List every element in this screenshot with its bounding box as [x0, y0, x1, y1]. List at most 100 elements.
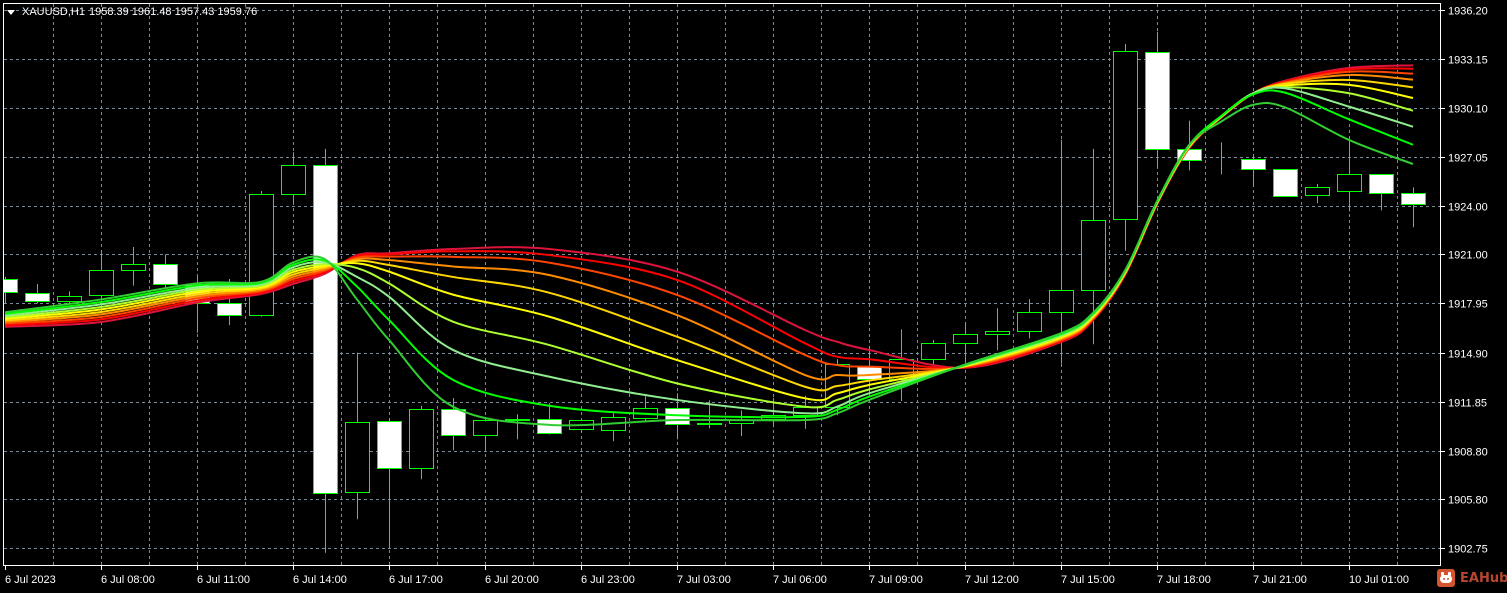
time-tick-label: 6 Jul 20:00: [485, 574, 539, 586]
time-tick-label: 6 Jul 14:00: [293, 574, 347, 586]
candle-body: [57, 296, 82, 302]
bull-candle[interactable]: [1017, 299, 1042, 339]
bull-candle[interactable]: [121, 247, 146, 286]
candle-body: [313, 165, 338, 494]
candle-body: [505, 419, 530, 421]
time-tick-label: 6 Jul 08:00: [101, 574, 155, 586]
candle-body: [249, 194, 274, 316]
price-tick-label: 1924.00: [1448, 202, 1488, 214]
price-chart[interactable]: 1936.20 1933.15 1930.10 1927.05 1924.00 1921.…: [0, 0, 1507, 593]
time-tick-label: 7 Jul 15:00: [1061, 574, 1115, 586]
time-tick-label: 7 Jul 06:00: [773, 574, 827, 586]
candle-body: [985, 331, 1010, 335]
ma-ribbon: [4, 64, 1414, 427]
ma-3-line: [4, 86, 1414, 415]
bull-candle[interactable]: [1305, 183, 1330, 204]
chart-title: XAUUSD,H1 1958.39 1961.48 1957.43 1959.7…: [7, 6, 257, 18]
candle-body: [857, 366, 882, 380]
dropdown-triangle-icon[interactable]: [7, 9, 15, 15]
ma-2-line: [4, 89, 1414, 419]
bull-candle[interactable]: [345, 352, 370, 520]
candle-body: [25, 293, 50, 302]
ma-9-line: [4, 67, 1414, 370]
ma-7-line: [4, 73, 1414, 381]
candle-body: [1337, 174, 1362, 192]
bear-candle[interactable]: [377, 419, 402, 549]
bear-candle[interactable]: [25, 284, 50, 304]
bear-candle[interactable]: [313, 148, 338, 553]
candle-body: [473, 420, 498, 436]
price-tick-label: 1908.80: [1448, 447, 1488, 459]
time-tick-label: 6 Jul 23:00: [581, 574, 635, 586]
bear-candle[interactable]: [1273, 169, 1298, 197]
time-tick-label: 6 Jul 17:00: [389, 574, 443, 586]
price-axis[interactable]: 1936.20 1933.15 1930.10 1927.05 1924.00 1921.…: [1441, 6, 1488, 556]
time-tick-label: 6 Jul 11:00: [197, 574, 250, 586]
bull-candle[interactable]: [601, 413, 626, 442]
bull-candle[interactable]: [409, 405, 434, 480]
ma-10-line: [4, 64, 1414, 369]
time-tick-label: 7 Jul 18:00: [1157, 574, 1211, 586]
candle-body: [409, 409, 434, 469]
ohlc-label: 1958.39 1961.48 1957.43 1959.76: [88, 6, 258, 18]
candle-body: [377, 421, 402, 469]
bull-candle[interactable]: [1113, 43, 1138, 251]
time-axis[interactable]: 6 Jul 2023 6 Jul 08:00 6 Jul 11:00 6 Jul 14…: [5, 566, 1409, 586]
candle-body: [537, 419, 562, 434]
candle-body: [1081, 220, 1106, 291]
candle-body: [1401, 193, 1426, 205]
bull-candle[interactable]: [729, 410, 754, 437]
candle-body: [953, 334, 978, 344]
time-tick-label: 7 Jul 12:00: [965, 574, 1019, 586]
time-tick-label: 7 Jul 21:00: [1253, 574, 1307, 586]
bear-candle[interactable]: [1369, 174, 1394, 211]
bull-candle[interactable]: [249, 191, 274, 317]
price-tick-label: 1902.75: [1448, 544, 1488, 556]
eahub-logo: EAHub: [1437, 569, 1507, 587]
ma-8-line: [4, 70, 1414, 370]
bull-candle[interactable]: [985, 308, 1010, 351]
bull-candle[interactable]: [89, 251, 114, 298]
candle-body: [1369, 174, 1394, 194]
candle-body: [1113, 51, 1138, 220]
bull-candle[interactable]: [473, 418, 498, 450]
candle-body: [1273, 169, 1298, 197]
price-tick-label: 1930.10: [1448, 104, 1488, 116]
candle-body: [1305, 187, 1330, 196]
candle-body: [281, 165, 306, 195]
price-tick-label: 1914.90: [1448, 349, 1488, 361]
ma-6-line: [4, 78, 1414, 392]
bear-candle[interactable]: [1241, 155, 1266, 187]
bear-candle[interactable]: [1145, 31, 1170, 169]
logo-text: EAHub: [1460, 570, 1507, 586]
price-tick-label: 1921.00: [1448, 250, 1488, 262]
candle-body: [1145, 52, 1170, 150]
candle-body: [441, 409, 466, 436]
time-tick-label: 10 Jul 01:00: [1349, 574, 1409, 586]
candle-body: [697, 423, 722, 425]
price-tick-label: 1917.95: [1448, 299, 1488, 311]
candle-body: [1241, 159, 1266, 170]
symbol-label: XAUUSD,H1: [22, 6, 85, 18]
candle-body: [921, 343, 946, 360]
bull-candle[interactable]: [1337, 141, 1362, 212]
time-tick-label: 7 Jul 09:00: [869, 574, 923, 586]
bear-candle[interactable]: [1401, 187, 1426, 228]
price-tick-label: 1905.80: [1448, 495, 1488, 507]
bear-candle[interactable]: [153, 254, 178, 289]
bull-candle[interactable]: [281, 152, 306, 205]
candle-body: [1049, 290, 1074, 313]
candle-body: [217, 303, 242, 316]
price-tick-label: 1936.20: [1448, 6, 1488, 18]
bull-candle[interactable]: [953, 322, 978, 364]
time-tick-label: 7 Jul 03:00: [677, 574, 731, 586]
candle-body: [121, 264, 146, 271]
bear-candle[interactable]: [0, 276, 18, 304]
candle-body: [153, 264, 178, 285]
time-tick-label: 6 Jul 2023: [5, 574, 56, 586]
bull-candle[interactable]: [633, 396, 658, 422]
candle-body: [4, 279, 18, 293]
price-tick-label: 1911.85: [1448, 398, 1487, 410]
price-tick-label: 1927.05: [1448, 153, 1488, 165]
bull-candle[interactable]: [505, 414, 530, 440]
